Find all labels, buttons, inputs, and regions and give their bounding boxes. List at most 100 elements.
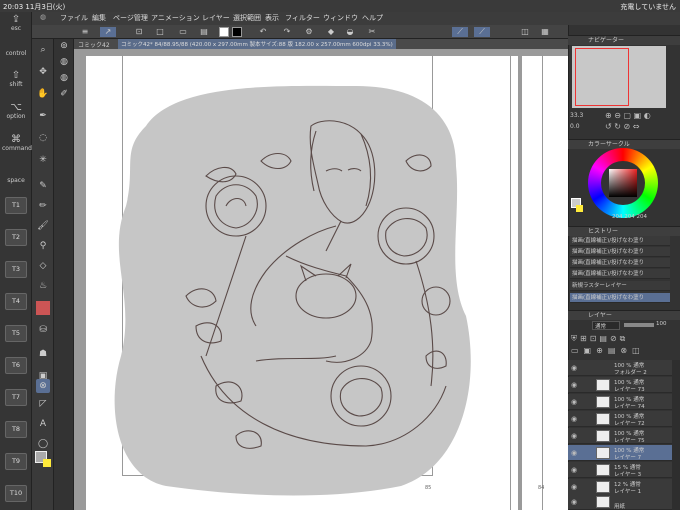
opacity-slider[interactable] xyxy=(624,323,654,327)
menu-view[interactable]: 表示 xyxy=(265,13,279,23)
tkey-3[interactable]: T3 xyxy=(5,261,27,278)
layer-option-icons[interactable]: ⛨⊞⊡▤⊘⧉ xyxy=(571,334,628,344)
tkey-2[interactable]: T2 xyxy=(5,229,27,246)
pen-icon[interactable]: ✎ xyxy=(36,179,50,193)
clipping-icon[interactable]: ◫ xyxy=(520,27,530,37)
tkey-7[interactable]: T7 xyxy=(5,389,27,406)
eye-icon[interactable]: ◉ xyxy=(571,466,579,474)
fill-icon[interactable]: ◆ xyxy=(326,27,336,37)
pattern-icon[interactable] xyxy=(36,301,50,315)
tkey-9[interactable]: T9 xyxy=(5,453,27,470)
new-file-icon[interactable]: □ xyxy=(155,27,165,37)
hand-icon[interactable]: ✥ xyxy=(36,65,50,79)
history-item[interactable]: 描画(直線補正)/投げなわ塗り xyxy=(570,258,670,268)
decoration-icon[interactable]: ☗ xyxy=(36,347,50,361)
brush-size-icon[interactable]: ↗ xyxy=(100,27,116,37)
menu-page[interactable]: ページ管理 xyxy=(113,13,148,23)
eye-icon[interactable]: ◉ xyxy=(571,364,579,372)
settings-icon[interactable]: ⚙ xyxy=(304,27,314,37)
lasso-icon[interactable]: ◌ xyxy=(36,131,50,145)
layer-action-icons[interactable]: ▭▣⊕▤⊗◫ xyxy=(571,346,645,355)
balloon-icon[interactable]: ◯ xyxy=(36,437,50,451)
menu-animation[interactable]: アニメーション xyxy=(151,13,200,23)
sub-pen-icon[interactable]: ✐ xyxy=(57,87,71,101)
menu-filter[interactable]: フィルター xyxy=(285,13,320,23)
tkey-8[interactable]: T8 xyxy=(5,421,27,438)
stabilizer-icon[interactable]: ⟋ xyxy=(452,27,468,37)
app-logo-icon[interactable]: ◍ xyxy=(40,13,46,21)
sub-zoom-icon[interactable]: ⊚ xyxy=(57,39,71,53)
eye-icon[interactable]: ◉ xyxy=(571,415,579,423)
blend-icon[interactable]: ♨ xyxy=(36,279,50,293)
rotate-controls-icon[interactable]: ↺ ↻ ⊘ ⇔ xyxy=(605,122,639,131)
eye-icon[interactable]: ◉ xyxy=(571,483,579,491)
menu-window[interactable]: ウィンドウ xyxy=(323,13,358,23)
tkey-1[interactable]: T1 xyxy=(5,197,27,214)
layer-row[interactable]: ◉ 100 % 通常 レイヤー 74 xyxy=(568,394,672,410)
menu-layer[interactable]: レイヤー xyxy=(202,13,230,23)
layer-row[interactable]: ◉ 100 % 通常 レイヤー 73 xyxy=(568,377,672,393)
tkey-5[interactable]: T5 xyxy=(5,325,27,342)
menu-file[interactable]: ファイル xyxy=(60,13,88,23)
illustration[interactable] xyxy=(86,56,518,510)
color-black-icon[interactable] xyxy=(232,27,242,37)
layer-row[interactable]: ◉ 15 % 通常 レイヤー 3 xyxy=(568,462,672,478)
blend-mode-select[interactable]: 通常 xyxy=(592,321,620,330)
tkey-10[interactable]: T10 xyxy=(5,485,27,502)
command-key[interactable]: ⌘ command xyxy=(2,134,32,152)
move-icon[interactable]: ✋ xyxy=(36,87,50,101)
layer-row[interactable]: ◉ 100 % 通常 レイヤー 72 xyxy=(568,411,672,427)
navigator-preview[interactable] xyxy=(572,46,666,108)
transform-icon[interactable]: ⊡ xyxy=(134,27,144,37)
esc-key[interactable]: ⇪ esc xyxy=(2,14,30,32)
eye-icon[interactable]: ◉ xyxy=(571,432,579,440)
history-item-current[interactable]: 描画(直線補正)/投げなわ塗り xyxy=(570,293,670,303)
history-item[interactable]: 描画(直線補正)/投げなわ塗り xyxy=(570,269,670,279)
fill-tool-icon[interactable]: ⛁ xyxy=(36,323,50,337)
hamburger-icon[interactable]: ≡ xyxy=(80,27,90,37)
layer-row[interactable]: ◉ 100 % 通常 レイヤー 75 xyxy=(568,428,672,444)
undo-icon[interactable]: ↶ xyxy=(258,27,268,37)
layer-row-selected[interactable]: ◉ 100 % 通常 レイヤー 7 xyxy=(568,445,672,461)
layer-row-paper[interactable]: ◉ 用紙 xyxy=(568,494,672,510)
airbrush-icon[interactable]: ⚲ xyxy=(36,239,50,253)
ruler-icon[interactable]: ▦ xyxy=(540,27,550,37)
eye-icon[interactable]: ◉ xyxy=(571,449,579,457)
sub-color-swatch[interactable] xyxy=(43,459,51,467)
brush-icon[interactable]: 🖌 xyxy=(36,219,50,233)
menu-selection[interactable]: 選択範囲 xyxy=(233,13,261,23)
color-swatch-sub[interactable] xyxy=(576,205,583,212)
eyedropper-icon[interactable]: ✒ xyxy=(36,109,50,123)
lasso-fill-icon[interactable]: ⊗ xyxy=(36,379,50,393)
open-folder-icon[interactable]: ▭ xyxy=(178,27,188,37)
control-key[interactable]: control xyxy=(2,50,30,57)
cut-icon[interactable]: ✂ xyxy=(367,27,377,37)
eye-icon[interactable]: ◉ xyxy=(571,398,579,406)
sub-brush-icon[interactable]: ◍ xyxy=(57,71,71,85)
sub-layer-icon[interactable]: ◍ xyxy=(57,55,71,69)
history-item[interactable]: 新規ラスターレイヤー xyxy=(570,281,670,291)
layer-row[interactable]: ◉ 12 % 通常 レイヤー 1 xyxy=(568,479,672,495)
eraser-icon[interactable]: ◇ xyxy=(36,259,50,273)
sparkle-icon[interactable]: ✳ xyxy=(36,153,50,167)
layer-row[interactable]: ◉ 100 % 通常 フォルダー 2 xyxy=(568,360,672,376)
angle-value[interactable]: 0.0 xyxy=(570,123,580,130)
shift-key[interactable]: ⇧ shift xyxy=(2,70,30,88)
history-item[interactable]: 描画(直線補正)/投げなわ塗り xyxy=(570,247,670,257)
pencil-icon[interactable]: ✏ xyxy=(36,199,50,213)
zoom-value[interactable]: 33.3 xyxy=(570,112,583,119)
option-key[interactable]: ⌥ option xyxy=(2,102,30,120)
eye-icon[interactable]: ◉ xyxy=(571,498,579,506)
bucket-icon[interactable]: ◒ xyxy=(345,27,355,37)
gradient-icon[interactable]: ◸ xyxy=(36,397,50,411)
zoom-controls-icon[interactable]: ⊕ ⊖ ▢ ▣ ◐ xyxy=(605,111,651,120)
snap-icon[interactable]: ⟋ xyxy=(474,27,490,37)
space-key[interactable]: space xyxy=(2,177,30,184)
menu-edit[interactable]: 編集 xyxy=(92,13,106,23)
opacity-value[interactable]: 100 xyxy=(656,321,667,327)
zoom-icon[interactable]: ⌕ xyxy=(36,43,50,57)
tkey-4[interactable]: T4 xyxy=(5,293,27,310)
tkey-6[interactable]: T6 xyxy=(5,357,27,374)
text-icon[interactable]: A xyxy=(36,417,50,431)
redo-icon[interactable]: ↷ xyxy=(282,27,292,37)
